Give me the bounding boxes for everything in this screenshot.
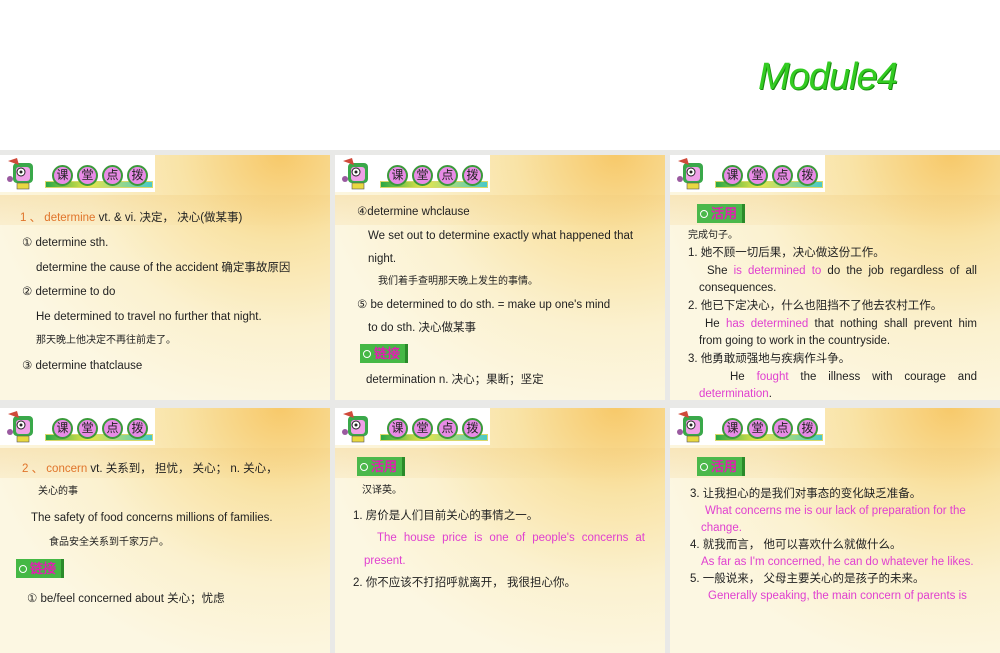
question: 2. 你不应该不打招呼就离开， 我很担心你。 <box>353 577 576 589</box>
entry-number: 1 、 <box>20 212 42 224</box>
slide-header: 课 堂 点 拨 <box>0 408 155 445</box>
title-area: Module4 <box>0 0 1000 150</box>
entry-definition: vt. & vi. 决定， 决心(做某事) <box>95 212 243 224</box>
link-badge: 链接 <box>360 344 409 363</box>
header-char: 课 <box>722 165 743 186</box>
text-line: ④determine whclause <box>357 206 470 218</box>
text-line: 我们着手查明那天晚上发生的事情。 <box>378 276 538 287</box>
answer: present. <box>364 555 406 567</box>
header-char: 堂 <box>77 418 98 439</box>
entry-word: determine <box>44 212 96 224</box>
text-line: 完成句子。 <box>688 230 738 241</box>
answer: Generally speaking, the main concern of … <box>708 590 967 602</box>
question: 3. 让我担心的是我们对事态的变化缺乏准备。 <box>690 488 922 500</box>
header-char: 拨 <box>127 165 148 186</box>
question: 5. 一般说来， 父母主要关心的是孩子的未来。 <box>690 573 925 585</box>
answer: consequences. <box>699 282 777 294</box>
text-line: night. <box>368 253 397 265</box>
slide-header: 课 堂 点 拨 <box>670 408 825 445</box>
text-line: to do sth. 决心做某事 <box>368 322 477 334</box>
mascot-icon <box>7 411 33 443</box>
header-char: 课 <box>52 418 73 439</box>
header-char: 点 <box>102 418 123 439</box>
header-char: 拨 <box>462 165 483 186</box>
text-line: determine the cause of the accident 确定事故… <box>36 262 291 274</box>
header-char: 点 <box>102 165 123 186</box>
header-char: 堂 <box>412 165 433 186</box>
mascot-icon <box>342 158 368 190</box>
mascot-icon <box>342 411 368 443</box>
question: 1. 房价是人们目前关心的事情之一。 <box>353 510 539 522</box>
text-line: ① be/feel concerned about 关心；忧虑 <box>27 593 225 605</box>
slide-6[interactable]: 课 堂 点 拨 活用 3. 让我担心的是我们对事态的变化缺乏准备。 What c… <box>670 408 1000 653</box>
answer: determination. <box>699 388 772 400</box>
answer: The house price is one of people's conce… <box>377 532 645 544</box>
header-char: 堂 <box>77 165 98 186</box>
answer: What concerns me is our lack of preparat… <box>705 505 966 517</box>
slide-header: 课 堂 点 拨 <box>670 155 825 192</box>
slide-5[interactable]: 课 堂 点 拨 活用 汉译英。 1. 房价是人们目前关心的事情之一。 The h… <box>335 408 665 653</box>
answer: He has determined that nothing shall pre… <box>705 318 977 330</box>
slide-1[interactable]: 课 堂 点 拨 1 、 determine vt. & vi. 决定， 决心(做… <box>0 155 330 400</box>
text-line: determination n. 决心；果断；坚定 <box>366 374 544 386</box>
header-char: 课 <box>722 418 743 439</box>
text-line: 关心的事 <box>38 486 78 497</box>
answer: He fought the illness with courage and <box>730 371 977 383</box>
mascot-icon <box>677 411 703 443</box>
header-char: 课 <box>52 165 73 186</box>
apply-badge: 活用 <box>697 457 746 476</box>
header-char: 点 <box>437 165 458 186</box>
text-line: ② determine to do <box>22 286 116 298</box>
text-line: 食品安全关系到千家万户。 <box>49 537 169 548</box>
apply-badge: 活用 <box>697 204 746 223</box>
answer: As far as I'm concerned, he can do whate… <box>701 556 974 568</box>
slide-header: 课 堂 点 拨 <box>335 155 490 192</box>
header-char: 拨 <box>127 418 148 439</box>
header-char: 堂 <box>747 418 768 439</box>
slide-header: 课 堂 点 拨 <box>335 408 490 445</box>
slide-header: 课 堂 点 拨 <box>0 155 155 192</box>
header-char: 拨 <box>462 418 483 439</box>
header-char: 课 <box>387 165 408 186</box>
apply-badge: 活用 <box>357 457 406 476</box>
header-char: 课 <box>387 418 408 439</box>
question: 2. 他已下定决心，什么也阻挡不了他去农村工作。 <box>688 300 943 312</box>
text-line: ① determine sth. <box>22 237 109 249</box>
text-line: ⑤ be determined to do sth. = make up one… <box>357 299 611 311</box>
answer: from going to work in the countryside. <box>699 335 891 347</box>
answer: change. <box>701 522 742 534</box>
question: 3. 他勇敢顽强地与疾病作斗争。 <box>688 353 851 365</box>
mascot-icon <box>7 158 33 190</box>
link-badge: 链接 <box>16 559 65 578</box>
header-char: 点 <box>772 165 793 186</box>
text-line: He determined to travel no further that … <box>36 311 262 323</box>
question: 4. 就我而言， 他可以喜欢什么就做什么。 <box>690 539 902 551</box>
text-line: 那天晚上他决定不再往前走了。 <box>36 335 176 346</box>
header-char: 堂 <box>747 165 768 186</box>
header-char: 堂 <box>412 418 433 439</box>
mascot-icon <box>677 158 703 190</box>
slide-3[interactable]: 课 堂 点 拨 活用 完成句子。 1. 她不顾一切后果，决心做这份工作。 She… <box>670 155 1000 400</box>
header-char: 点 <box>772 418 793 439</box>
module-title: Module4 <box>758 56 898 98</box>
text-line: ③ determine thatclause <box>22 360 143 372</box>
slide-2[interactable]: 课 堂 点 拨 ④determine whclause We set out t… <box>335 155 665 400</box>
header-char: 拨 <box>797 418 818 439</box>
header-char: 拨 <box>797 165 818 186</box>
text-line: 汉译英。 <box>362 485 402 496</box>
entry-line: 1 、 determine vt. & vi. 决定， 决心(做某事) <box>20 210 242 226</box>
question: 1. 她不顾一切后果，决心做这份工作。 <box>688 247 885 259</box>
answer: She is determined to do the job regardle… <box>707 265 977 277</box>
text-line: The safety of food concerns millions of … <box>31 512 273 524</box>
slide-4[interactable]: 课 堂 点 拨 2 、 concern vt. 关系到， 担忧， 关心； n. … <box>0 408 330 653</box>
entry-line: 2 、 concern vt. 关系到， 担忧， 关心； n. 关心， <box>22 463 278 475</box>
text-line: We set out to determine exactly what hap… <box>368 230 634 242</box>
header-char: 点 <box>437 418 458 439</box>
